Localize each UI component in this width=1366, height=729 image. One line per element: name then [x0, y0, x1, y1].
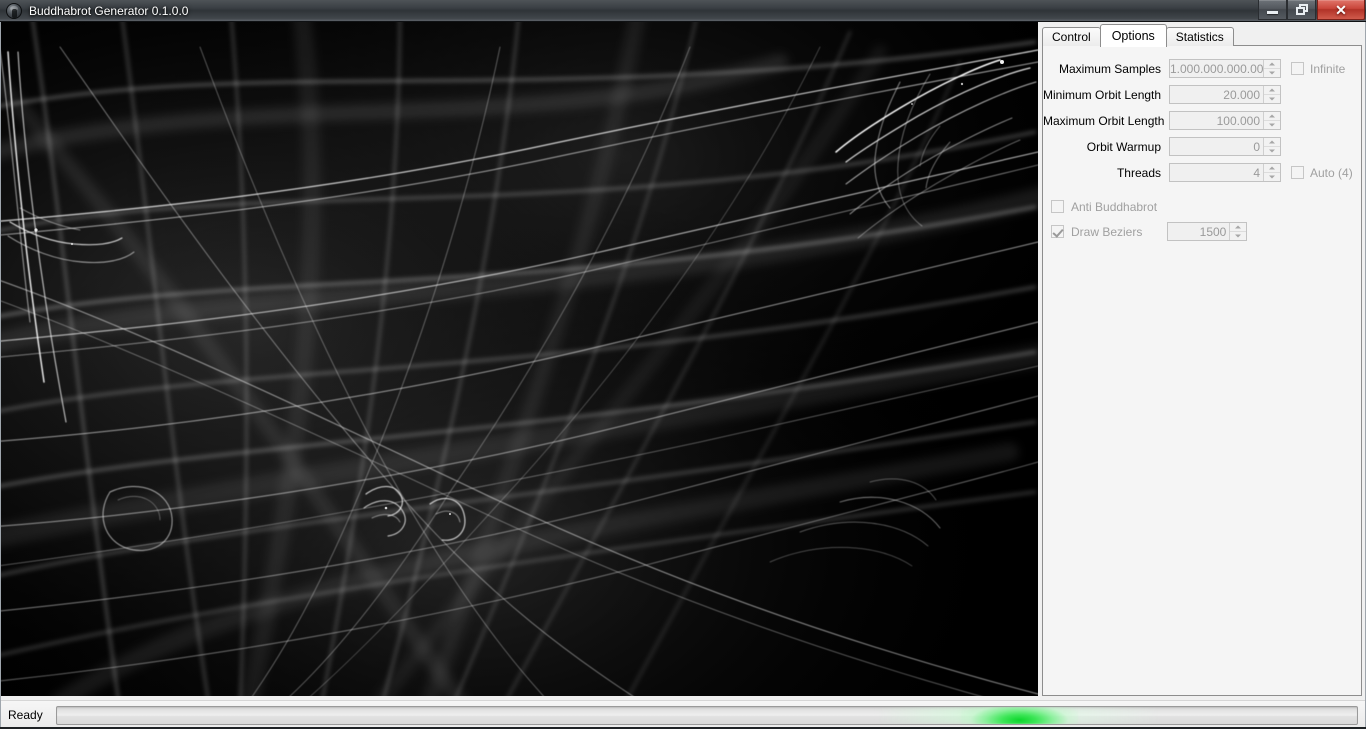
window-border-left	[0, 22, 1, 729]
window-controls: ✕	[1258, 0, 1365, 21]
chevron-up-icon[interactable]	[1264, 164, 1280, 173]
draw-beziers-checkbox[interactable]	[1051, 225, 1064, 238]
chevron-down-icon[interactable]	[1264, 95, 1280, 103]
anti-buddhabrot-checkbox[interactable]	[1051, 200, 1064, 213]
restore-button[interactable]	[1287, 0, 1316, 20]
infinite-checkbox[interactable]	[1291, 62, 1304, 75]
restore-icon	[1295, 4, 1308, 15]
infinite-label: Infinite	[1310, 61, 1346, 76]
label-minimum-orbit-length: Minimum Orbit Length	[1043, 87, 1162, 102]
beziers-count-value: 1500	[1199, 224, 1227, 239]
anti-buddhabrot-label: Anti Buddhabrot	[1071, 199, 1158, 214]
status-bar: Ready	[0, 700, 1366, 729]
options-tab-page: Maximum Samples 1.000.000.000.000 Infini…	[1042, 45, 1362, 696]
chevron-down-icon[interactable]	[1264, 147, 1280, 155]
options-panel: Control Options Statistics Maximum Sampl…	[1042, 24, 1362, 696]
close-icon: ✕	[1335, 1, 1347, 18]
row-maximum-orbit-length: Maximum Orbit Length 100.000	[1043, 110, 1361, 131]
maximum-orbit-length-spin-buttons[interactable]	[1263, 112, 1280, 129]
draw-beziers-label: Draw Beziers	[1071, 224, 1143, 239]
tab-options[interactable]: Options	[1099, 24, 1167, 47]
row-orbit-warmup: Orbit Warmup 0	[1043, 136, 1361, 157]
orbit-warmup-value: 0	[1253, 139, 1260, 154]
status-text: Ready	[8, 708, 43, 722]
chevron-up-icon[interactable]	[1264, 86, 1280, 95]
app-circle-icon	[6, 3, 22, 19]
buddhabrot-render-canvas[interactable]	[0, 22, 1038, 696]
fractal-image	[0, 22, 1038, 696]
progress-bar	[56, 705, 1358, 725]
minimize-button[interactable]	[1258, 0, 1287, 20]
orbit-warmup-spin-buttons[interactable]	[1263, 138, 1280, 155]
row-minimum-orbit-length: Minimum Orbit Length 20.000	[1043, 84, 1361, 105]
beziers-count-spin-buttons[interactable]	[1229, 223, 1247, 240]
tab-strip: Control Options Statistics	[1042, 24, 1234, 47]
label-threads: Threads	[1116, 165, 1161, 180]
auto-threads-checkbox-wrap[interactable]: Auto (4)	[1291, 166, 1353, 180]
chevron-down-icon[interactable]	[1264, 173, 1280, 181]
tab-statistics[interactable]: Statistics	[1165, 27, 1234, 46]
row-draw-beziers[interactable]: Draw Beziers 1500	[1051, 221, 1361, 242]
minimum-orbit-length-stepper[interactable]: 20.000	[1169, 85, 1281, 104]
maximum-orbit-length-stepper[interactable]: 100.000	[1169, 111, 1281, 130]
label-maximum-samples: Maximum Samples	[1058, 61, 1161, 76]
close-button[interactable]: ✕	[1317, 0, 1365, 20]
client-area: Control Options Statistics Maximum Sampl…	[0, 22, 1366, 729]
maximum-samples-stepper[interactable]: 1.000.000.000.000	[1169, 59, 1281, 78]
chevron-up-icon[interactable]	[1230, 223, 1247, 232]
orbit-warmup-stepper[interactable]: 0	[1169, 137, 1281, 156]
infinite-checkbox-wrap[interactable]: Infinite	[1291, 62, 1345, 76]
threads-spin-buttons[interactable]	[1263, 164, 1280, 181]
minimum-orbit-length-value: 20.000	[1223, 87, 1260, 102]
chevron-up-icon[interactable]	[1264, 112, 1280, 121]
chevron-up-icon[interactable]	[1264, 138, 1280, 147]
threads-stepper[interactable]: 4	[1169, 163, 1281, 182]
row-threads: Threads 4 Auto (4)	[1043, 162, 1361, 183]
minimize-icon	[1267, 10, 1278, 14]
chevron-down-icon[interactable]	[1264, 121, 1280, 129]
maximum-samples-spin-buttons[interactable]	[1263, 60, 1280, 77]
row-maximum-samples: Maximum Samples 1.000.000.000.000 Infini…	[1043, 58, 1361, 79]
label-maximum-orbit-length: Maximum Orbit Length	[1043, 113, 1165, 128]
options-form: Maximum Samples 1.000.000.000.000 Infini…	[1043, 46, 1361, 246]
chevron-up-icon[interactable]	[1264, 60, 1280, 69]
title-bar[interactable]: Buddhabrot Generator 0.1.0.0 ✕	[0, 0, 1366, 22]
auto-threads-checkbox[interactable]	[1291, 166, 1304, 179]
progress-marquee-block	[960, 706, 1078, 724]
maximum-orbit-length-value: 100.000	[1216, 113, 1260, 128]
window-title: Buddhabrot Generator 0.1.0.0	[29, 4, 189, 18]
beziers-count-stepper[interactable]: 1500	[1167, 222, 1248, 241]
maximum-samples-value: 1.000.000.000.000	[1170, 61, 1263, 76]
tab-control[interactable]: Control	[1042, 27, 1101, 46]
chevron-down-icon[interactable]	[1264, 69, 1280, 77]
minimum-orbit-length-spin-buttons[interactable]	[1263, 86, 1280, 103]
threads-value: 4	[1253, 165, 1260, 180]
chevron-down-icon[interactable]	[1230, 232, 1246, 240]
application-window: Buddhabrot Generator 0.1.0.0 ✕ Control O…	[0, 0, 1366, 729]
auto-threads-label: Auto (4)	[1310, 165, 1353, 180]
label-orbit-warmup: Orbit Warmup	[1086, 139, 1161, 154]
title-bar-left: Buddhabrot Generator 0.1.0.0	[6, 0, 188, 22]
row-anti-buddhabrot[interactable]: Anti Buddhabrot	[1051, 196, 1361, 217]
